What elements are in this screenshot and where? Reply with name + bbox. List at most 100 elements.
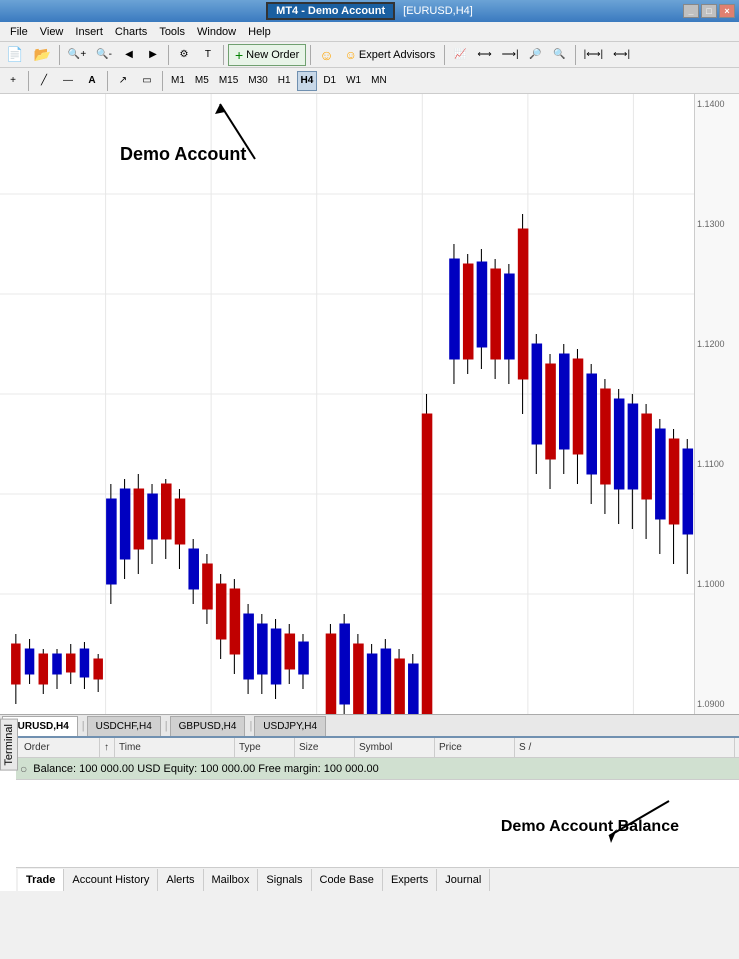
tf-m1[interactable]: M1 <box>167 71 189 91</box>
col-time: Time <box>115 738 235 757</box>
auto-scroll-button[interactable]: ⟶| <box>498 44 523 66</box>
col-type: Type <box>235 738 295 757</box>
toolbar1: 📄 📂 🔍+ 🔍- ◀ ▶ ⚙ T + New Order ☺ ☺ Expert… <box>0 42 739 68</box>
scroll-right-button[interactable]: ▶ <box>142 44 164 66</box>
col-sl: S / <box>515 738 735 757</box>
menu-window[interactable]: Window <box>191 24 242 40</box>
balance-icon: ○ <box>20 762 27 776</box>
terminal-tab-codebase[interactable]: Code Base <box>312 869 383 891</box>
chart-area[interactable]: Demo Account <box>0 94 739 714</box>
window-controls: _ □ × <box>683 4 735 18</box>
terminal-header: Order ↑ Time Type Size Symbol Price S / <box>16 738 739 758</box>
col-price: Price <box>435 738 515 757</box>
zoom-in-button[interactable]: 🔍+ <box>64 44 90 66</box>
terminal-tab-journal[interactable]: Journal <box>437 869 490 891</box>
chart-tabs: EURUSD,H4 | USDCHF,H4 | GBPUSD,H4 | USDJ… <box>0 714 739 736</box>
separator3 <box>223 45 224 65</box>
price-scale: 1.1400 1.1300 1.1200 1.1100 1.1000 1.090… <box>694 94 739 714</box>
expert-advisors-smiley: ☺ <box>315 44 337 66</box>
tf-m5[interactable]: M5 <box>191 71 213 91</box>
menu-charts[interactable]: Charts <box>109 24 153 40</box>
title-text: MT4 - Demo Account <box>266 2 395 20</box>
col-size: Size <box>295 738 355 757</box>
terminal-tab-experts[interactable]: Experts <box>383 869 437 891</box>
close-button[interactable]: × <box>719 4 735 18</box>
new-chart-button[interactable]: 📄 <box>2 44 27 66</box>
new-order-label: New Order <box>246 49 299 61</box>
crosshair-button[interactable]: + <box>2 70 24 92</box>
tf-h4[interactable]: H4 <box>297 71 318 91</box>
price-lower: 1.0900 <box>697 699 737 709</box>
separator4 <box>310 45 311 65</box>
chart-type-button[interactable]: |⟷| <box>580 44 608 66</box>
price-mid-high: 1.1300 <box>697 219 737 229</box>
price-mid-low: 1.1100 <box>697 459 737 469</box>
chart-type2-button[interactable]: ⟷| <box>609 44 634 66</box>
terminal-tab-trade[interactable]: Trade <box>18 869 64 891</box>
col-order: Order <box>20 738 100 757</box>
arrow-tool[interactable]: ↗ <box>112 70 134 92</box>
zoom-out-button[interactable]: 🔍- <box>92 44 116 66</box>
chart-tab-gbpusd[interactable]: GBPUSD,H4 <box>170 716 246 736</box>
zoom-out2-button[interactable]: 🔍 <box>549 44 571 66</box>
terminal-tab-mailbox[interactable]: Mailbox <box>204 869 259 891</box>
template-button[interactable]: T <box>197 44 219 66</box>
tf-h1[interactable]: H1 <box>274 71 295 91</box>
open-button[interactable]: 📂 <box>29 44 54 66</box>
menu-help[interactable]: Help <box>242 24 277 40</box>
chart-tab-usdchf[interactable]: USDCHF,H4 <box>87 716 161 736</box>
tf-mn[interactable]: MN <box>367 71 391 91</box>
menu-file[interactable]: File <box>4 24 34 40</box>
tab-sep1: | <box>82 716 85 736</box>
indicator-button[interactable]: 📈 <box>449 44 471 66</box>
minimize-button[interactable]: _ <box>683 4 699 18</box>
price-high: 1.1400 <box>697 99 737 109</box>
balance-row: ○ Balance: 100 000.00 USD Equity: 100 00… <box>16 758 739 780</box>
hline-tool[interactable]: — <box>57 70 79 92</box>
menu-insert[interactable]: Insert <box>69 24 109 40</box>
rectangle-tool[interactable]: ▭ <box>136 70 158 92</box>
balance-text: Balance: 100 000.00 USD Equity: 100 000.… <box>33 763 379 775</box>
tb2-sep1 <box>28 71 29 91</box>
terminal-tabs: Trade Account History Alerts Mailbox Sig… <box>16 867 739 891</box>
tab-sep3: | <box>249 716 252 736</box>
period-sep-button[interactable]: ⟷ <box>473 44 495 66</box>
col-sort[interactable]: ↑ <box>100 738 115 757</box>
scroll-left-button[interactable]: ◀ <box>118 44 140 66</box>
expert-advisors-button[interactable]: ☺ Expert Advisors <box>340 44 441 66</box>
zoom-button[interactable]: 🔎 <box>525 44 547 66</box>
tf-m30[interactable]: M30 <box>244 71 271 91</box>
new-order-button[interactable]: + New Order <box>228 44 306 66</box>
separator6 <box>575 45 576 65</box>
menu-view[interactable]: View <box>34 24 70 40</box>
price-low: 1.1000 <box>697 579 737 589</box>
terminal-sidebar-label[interactable]: Terminal <box>0 719 18 771</box>
separator5 <box>444 45 445 65</box>
terminal-tab-account-history[interactable]: Account History <box>64 869 158 891</box>
chart-tab-usdjpy[interactable]: USDJPY,H4 <box>254 716 326 736</box>
tf-m15[interactable]: M15 <box>215 71 242 91</box>
tf-w1[interactable]: W1 <box>342 71 365 91</box>
tb2-sep3 <box>162 71 163 91</box>
separator2 <box>168 45 169 65</box>
maximize-button[interactable]: □ <box>701 4 717 18</box>
expert-advisors-label: Expert Advisors <box>359 49 435 61</box>
text-tool[interactable]: A <box>81 70 103 92</box>
price-mid: 1.1200 <box>697 339 737 349</box>
tab-sep2: | <box>165 716 168 736</box>
candlestick-chart <box>0 94 739 714</box>
tb2-sep2 <box>107 71 108 91</box>
toolbar2: + ╱ — A ↗ ▭ M1 M5 M15 M30 H1 H4 D1 W1 MN <box>0 68 739 94</box>
col-symbol: Symbol <box>355 738 435 757</box>
menu-bar: File View Insert Charts Tools Window Hel… <box>0 22 739 42</box>
separator1 <box>59 45 60 65</box>
menu-tools[interactable]: Tools <box>153 24 191 40</box>
terminal-panel: × Order ↑ Time Type Size Symbol Price S … <box>0 736 739 891</box>
title-bar: MT4 - Demo Account [EURUSD,H4] _ □ × <box>0 0 739 22</box>
terminal-tab-signals[interactable]: Signals <box>258 869 311 891</box>
chart-properties-button[interactable]: ⚙ <box>173 44 195 66</box>
tf-d1[interactable]: D1 <box>319 71 340 91</box>
terminal-tab-alerts[interactable]: Alerts <box>158 869 203 891</box>
balance-arrow-svg <box>589 791 709 851</box>
line-tool[interactable]: ╱ <box>33 70 55 92</box>
